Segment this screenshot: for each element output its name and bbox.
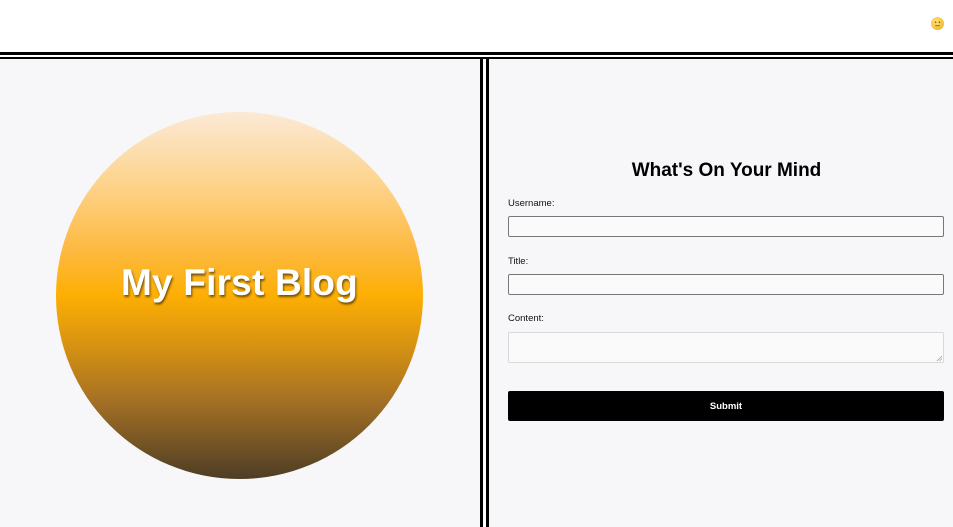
- username-input[interactable]: [508, 216, 944, 237]
- page: My First Blog What's On Your Mind Userna…: [0, 0, 953, 527]
- username-label: Username:: [508, 198, 555, 209]
- header-divider: [0, 52, 953, 55]
- sun-face-icon: [934, 21, 941, 27]
- title-input[interactable]: [508, 274, 944, 295]
- hero-circle: My First Blog: [56, 112, 423, 479]
- theme-toggle-button[interactable]: [931, 17, 944, 30]
- form-title: What's On Your Mind: [631, 160, 822, 181]
- header: [0, 0, 953, 52]
- content-textarea[interactable]: [508, 332, 944, 363]
- blog-title: My First Blog: [121, 262, 358, 303]
- submit-button[interactable]: Submit: [508, 391, 944, 421]
- content-label: Content:: [508, 313, 544, 324]
- hero-panel: My First Blog: [0, 59, 480, 527]
- title-label: Title:: [508, 256, 529, 267]
- resize-grip-icon[interactable]: [936, 355, 942, 361]
- post-form-panel: What's On Your Mind Username: Title: Con…: [489, 59, 953, 527]
- content-field-wrapper: [508, 332, 944, 363]
